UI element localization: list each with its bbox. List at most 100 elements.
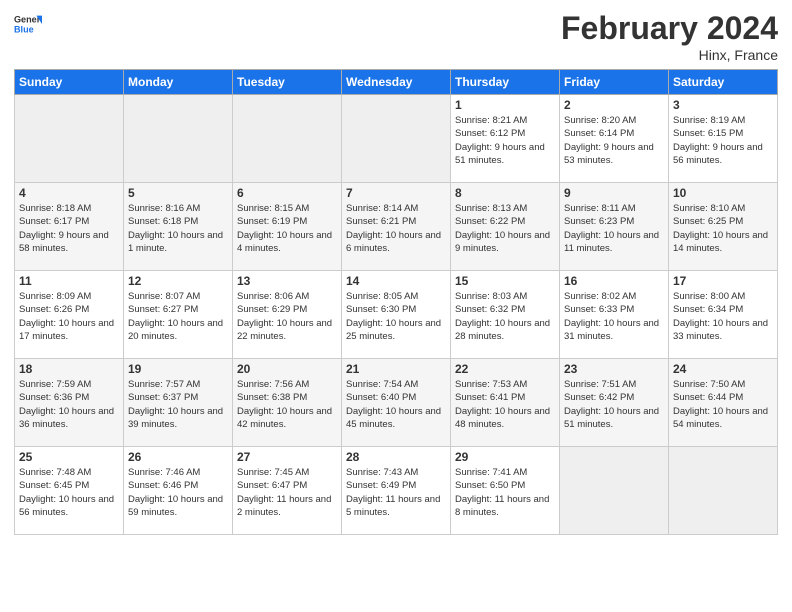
col-tuesday: Tuesday [233, 70, 342, 95]
table-row: 27 Sunrise: 7:45 AM Sunset: 6:47 PM Dayli… [233, 447, 342, 535]
page-header: General Blue February 2024 Hinx, France [14, 10, 778, 63]
location: Hinx, France [561, 47, 778, 63]
table-row: 13Sunrise: 8:06 AM Sunset: 6:29 PM Dayli… [233, 271, 342, 359]
table-row: 19Sunrise: 7:57 AM Sunset: 6:37 PM Dayli… [124, 359, 233, 447]
table-row: 16 Sunrise: 8:02 AM Sunset: 6:33 PM Dayli… [560, 271, 669, 359]
day-info: Sunrise: 7:48 AM Sunset: 6:45 PM Dayligh… [19, 466, 119, 519]
table-row: 8Sunrise: 8:13 AM Sunset: 6:22 PM Daylig… [451, 183, 560, 271]
table-row: 11 Sunrise: 8:09 AM Sunset: 6:26 PM Dayli… [15, 271, 124, 359]
table-row [669, 447, 778, 535]
day-number: 11 [19, 274, 119, 288]
calendar-week-row: 18 Sunrise: 7:59 AM Sunset: 6:36 PM Dayli… [15, 359, 778, 447]
calendar-header-row: Sunday Monday Tuesday Wednesday Thursday… [15, 70, 778, 95]
table-row: 29 Sunrise: 7:41 AM Sunset: 6:50 PM Dayli… [451, 447, 560, 535]
table-row: 26 Sunrise: 7:46 AM Sunset: 6:46 PM Dayli… [124, 447, 233, 535]
day-number: 28 [346, 450, 446, 464]
day-info: Sunrise: 8:05 AM Sunset: 6:30 PM Dayligh… [346, 290, 446, 343]
day-info: Sunrise: 8:09 AM Sunset: 6:26 PM Dayligh… [19, 290, 119, 343]
logo-icon: General Blue [14, 10, 42, 38]
day-info: Sunrise: 8:03 AM Sunset: 6:32 PM Dayligh… [455, 290, 555, 343]
day-number: 4 [19, 186, 119, 200]
day-number: 24 [673, 362, 773, 376]
table-row: 24 Sunrise: 7:50 AM Sunset: 6:44 PM Dayli… [669, 359, 778, 447]
table-row: 7 Sunrise: 8:14 AM Sunset: 6:21 PM Daylig… [342, 183, 451, 271]
table-row: 2 Sunrise: 8:20 AM Sunset: 6:14 PM Daylig… [560, 95, 669, 183]
day-info: Sunrise: 7:59 AM Sunset: 6:36 PM Dayligh… [19, 378, 119, 431]
day-number: 17 [673, 274, 773, 288]
table-row: 20Sunrise: 7:56 AM Sunset: 6:38 PM Dayli… [233, 359, 342, 447]
col-wednesday: Wednesday [342, 70, 451, 95]
table-row: 17 Sunrise: 8:00 AM Sunset: 6:34 PM Dayli… [669, 271, 778, 359]
day-number: 10 [673, 186, 773, 200]
day-number: 15 [455, 274, 555, 288]
day-info: Sunrise: 7:45 AM Sunset: 6:47 PM Dayligh… [237, 466, 337, 519]
col-friday: Friday [560, 70, 669, 95]
day-info: Sunrise: 7:41 AM Sunset: 6:50 PM Dayligh… [455, 466, 555, 519]
day-info: Sunrise: 7:53 AM Sunset: 6:41 PM Dayligh… [455, 378, 555, 431]
day-info: Sunrise: 7:51 AM Sunset: 6:42 PM Dayligh… [564, 378, 664, 431]
table-row: 14Sunrise: 8:05 AM Sunset: 6:30 PM Dayli… [342, 271, 451, 359]
day-info: Sunrise: 7:54 AM Sunset: 6:40 PM Dayligh… [346, 378, 446, 431]
calendar-week-row: 25 Sunrise: 7:48 AM Sunset: 6:45 PM Dayli… [15, 447, 778, 535]
table-row: 1 Sunrise: 8:21 AM Sunset: 6:12 PM Daylig… [451, 95, 560, 183]
day-number: 12 [128, 274, 228, 288]
calendar-week-row: 4 Sunrise: 8:18 AM Sunset: 6:17 PM Daylig… [15, 183, 778, 271]
table-row: 9Sunrise: 8:11 AM Sunset: 6:23 PM Daylig… [560, 183, 669, 271]
day-info: Sunrise: 8:00 AM Sunset: 6:34 PM Dayligh… [673, 290, 773, 343]
day-number: 26 [128, 450, 228, 464]
day-number: 23 [564, 362, 664, 376]
day-number: 6 [237, 186, 337, 200]
table-row: 3 Sunrise: 8:19 AM Sunset: 6:15 PM Daylig… [669, 95, 778, 183]
day-info: Sunrise: 7:56 AM Sunset: 6:38 PM Dayligh… [237, 378, 337, 431]
day-info: Sunrise: 8:16 AM Sunset: 6:18 PM Dayligh… [128, 202, 228, 255]
table-row: 12 Sunrise: 8:07 AM Sunset: 6:27 PM Dayli… [124, 271, 233, 359]
page-container: General Blue February 2024 Hinx, France … [0, 0, 792, 545]
table-row: 15 Sunrise: 8:03 AM Sunset: 6:32 PM Dayli… [451, 271, 560, 359]
day-info: Sunrise: 8:14 AM Sunset: 6:21 PM Dayligh… [346, 202, 446, 255]
day-number: 27 [237, 450, 337, 464]
day-number: 3 [673, 98, 773, 112]
svg-text:Blue: Blue [14, 24, 34, 34]
day-info: Sunrise: 8:20 AM Sunset: 6:14 PM Dayligh… [564, 114, 664, 167]
table-row [233, 95, 342, 183]
day-number: 25 [19, 450, 119, 464]
logo: General Blue [14, 10, 46, 38]
day-info: Sunrise: 7:46 AM Sunset: 6:46 PM Dayligh… [128, 466, 228, 519]
table-row: 18 Sunrise: 7:59 AM Sunset: 6:36 PM Dayli… [15, 359, 124, 447]
day-number: 16 [564, 274, 664, 288]
day-info: Sunrise: 7:50 AM Sunset: 6:44 PM Dayligh… [673, 378, 773, 431]
table-row [560, 447, 669, 535]
table-row [15, 95, 124, 183]
day-info: Sunrise: 8:19 AM Sunset: 6:15 PM Dayligh… [673, 114, 773, 167]
table-row: 6 Sunrise: 8:15 AM Sunset: 6:19 PM Daylig… [233, 183, 342, 271]
day-info: Sunrise: 8:06 AM Sunset: 6:29 PM Dayligh… [237, 290, 337, 343]
day-info: Sunrise: 8:18 AM Sunset: 6:17 PM Dayligh… [19, 202, 119, 255]
calendar-week-row: 11 Sunrise: 8:09 AM Sunset: 6:26 PM Dayli… [15, 271, 778, 359]
col-saturday: Saturday [669, 70, 778, 95]
table-row: 4 Sunrise: 8:18 AM Sunset: 6:17 PM Daylig… [15, 183, 124, 271]
col-thursday: Thursday [451, 70, 560, 95]
day-info: Sunrise: 8:02 AM Sunset: 6:33 PM Dayligh… [564, 290, 664, 343]
table-row: 25 Sunrise: 7:48 AM Sunset: 6:45 PM Dayli… [15, 447, 124, 535]
day-info: Sunrise: 7:57 AM Sunset: 6:37 PM Dayligh… [128, 378, 228, 431]
col-sunday: Sunday [15, 70, 124, 95]
day-info: Sunrise: 8:21 AM Sunset: 6:12 PM Dayligh… [455, 114, 555, 167]
table-row: 21 Sunrise: 7:54 AM Sunset: 6:40 PM Dayli… [342, 359, 451, 447]
day-number: 29 [455, 450, 555, 464]
day-info: Sunrise: 8:15 AM Sunset: 6:19 PM Dayligh… [237, 202, 337, 255]
month-title: February 2024 [561, 10, 778, 47]
day-number: 18 [19, 362, 119, 376]
day-number: 9 [564, 186, 664, 200]
day-info: Sunrise: 8:10 AM Sunset: 6:25 PM Dayligh… [673, 202, 773, 255]
day-number: 8 [455, 186, 555, 200]
table-row: 10 Sunrise: 8:10 AM Sunset: 6:25 PM Dayli… [669, 183, 778, 271]
table-row: 28Sunrise: 7:43 AM Sunset: 6:49 PM Dayli… [342, 447, 451, 535]
table-row: 23 Sunrise: 7:51 AM Sunset: 6:42 PM Dayli… [560, 359, 669, 447]
day-number: 2 [564, 98, 664, 112]
day-info: Sunrise: 8:07 AM Sunset: 6:27 PM Dayligh… [128, 290, 228, 343]
title-block: February 2024 Hinx, France [561, 10, 778, 63]
day-number: 21 [346, 362, 446, 376]
day-number: 1 [455, 98, 555, 112]
col-monday: Monday [124, 70, 233, 95]
day-number: 7 [346, 186, 446, 200]
